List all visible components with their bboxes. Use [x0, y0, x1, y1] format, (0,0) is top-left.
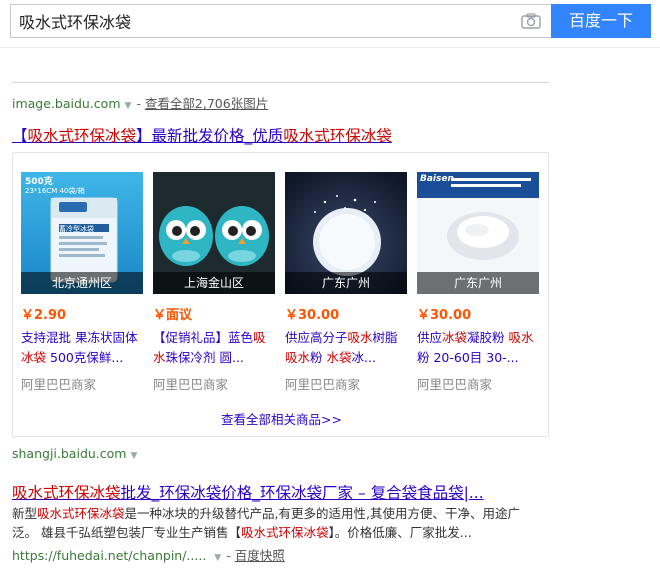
product-item[interactable]: 500克 23*16CM 40袋/箱 蓄冷型冰袋 北京通州区 ￥2.90 支持混… [21, 172, 143, 393]
product-image[interactable]: Baisen 广东广州 [417, 172, 539, 294]
name-part: 珠保冷剂 圆... [165, 350, 244, 365]
name-part: 支持混批 果冻状固体 [21, 330, 138, 345]
name-keyword: 水袋 [326, 350, 352, 365]
product-item[interactable]: Baisen 广东广州 ￥30.00 供应冰袋凝胶粉 吸水粉 20-60目 30… [417, 172, 539, 393]
title-part: 】最新批发价格_优质 [136, 127, 284, 145]
product-location: 广东广州 [285, 272, 407, 294]
search-header: 百度一下 [0, 0, 660, 48]
name-part: 供应高分子 [285, 330, 348, 345]
name-part: 树脂 [372, 330, 398, 345]
search-input[interactable] [19, 5, 509, 37]
product-location: 北京通州区 [21, 272, 143, 294]
result-url[interactable]: https://fuhedai.net/chanpin/..... [12, 548, 206, 563]
name-part: 500克保鲜... [46, 350, 124, 365]
separator: - [226, 548, 235, 563]
product-price: ￥30.00 [285, 308, 340, 323]
desc-part: 泛。 雄县千弘纸塑包装厂专业生产销售【 [12, 525, 241, 540]
desc-part: 是一种冰块的升级替代产品,有更多的适用性,其使用方便、干净、用途广 [124, 506, 520, 521]
product-name-link[interactable]: 【促销礼品】蓝色吸水珠保冷剂 圆... [153, 328, 275, 368]
snapshot-link[interactable]: 百度快照 [235, 548, 285, 563]
name-keyword: 冰袋 [442, 330, 468, 345]
dropdown-arrow-icon[interactable]: ▼ [214, 553, 221, 563]
product-name-link[interactable]: 供应高分子吸水树脂 吸水粉 水袋冰... [285, 328, 407, 368]
search-box[interactable] [10, 4, 551, 38]
product-seller: 阿里巴巴商家 [153, 377, 229, 392]
product-price: ￥2.90 [21, 308, 67, 323]
name-part: 凝胶粉 [467, 330, 509, 345]
product-seller: 阿里巴巴商家 [285, 377, 361, 392]
dropdown-arrow-icon[interactable]: ▼ [130, 451, 137, 461]
name-keyword: 冰袋 [21, 350, 47, 365]
product-location: 上海金山区 [153, 272, 275, 294]
name-part: 【促销礼品】蓝色 [153, 330, 254, 345]
product-location: 广东广州 [417, 272, 539, 294]
source-domain[interactable]: image.baidu.com [12, 96, 121, 111]
separator: - [136, 96, 145, 111]
name-part: 供应 [417, 330, 443, 345]
product-price: ￥30.00 [417, 308, 472, 323]
result-description: 新型吸水式环保冰袋是一种冰块的升级替代产品,有更多的适用性,其使用方便、干净、用… [12, 504, 547, 542]
search-button[interactable]: 百度一下 [551, 4, 651, 38]
product-item[interactable]: 广东广州 ￥30.00 供应高分子吸水树脂 吸水粉 水袋冰... 阿里巴巴商家 [285, 172, 407, 393]
dropdown-arrow-icon[interactable]: ▼ [125, 101, 132, 111]
name-part: 粉 [310, 350, 327, 365]
thumb-label-sub: 23*16CM 40袋/箱 [25, 187, 85, 195]
name-keyword: 吸水 [347, 330, 373, 345]
product-seller: 阿里巴巴商家 [21, 377, 97, 392]
name-part: 冰... [351, 350, 376, 365]
title-keyword: 吸水式环保冰袋 [283, 127, 392, 145]
product-name-link[interactable]: 供应冰袋凝胶粉 吸水粉 20-60目 30-... [417, 328, 539, 368]
name-keyword: 吸水 [285, 350, 311, 365]
name-keyword: 吸水 [508, 330, 534, 345]
camera-icon[interactable] [521, 13, 541, 29]
result-url-line: https://fuhedai.net/chanpin/..... ▼ - 百度快照 [12, 545, 285, 564]
divider [12, 82, 549, 83]
image-source-line: image.baidu.com ▼ - 查看全部2,706张图片 [12, 93, 268, 112]
title-keyword: 吸水式环保冰袋 [12, 484, 121, 502]
shangji-source-line: shangji.baidu.com ▼ [12, 446, 137, 461]
product-image[interactable]: 上海金山区 [153, 172, 275, 294]
image-result-title[interactable]: 【吸水式环保冰袋】最新批发价格_优质吸水式环保冰袋 [12, 124, 392, 146]
thumb-bag-text: 蓄冷型冰袋 [59, 225, 94, 233]
view-all-images-link[interactable]: 查看全部2,706张图片 [145, 96, 268, 111]
product-seller: 阿里巴巴商家 [417, 377, 493, 392]
brand-logo: Baisen [420, 174, 454, 184]
product-item[interactable]: 上海金山区 ￥面议 【促销礼品】蓝色吸水珠保冷剂 圆... 阿里巴巴商家 [153, 172, 275, 393]
result-title-link[interactable]: 吸水式环保冰袋批发_环保冰袋价格_环保冰袋厂家 – 复合袋食品袋|... [12, 481, 484, 503]
shangji-domain[interactable]: shangji.baidu.com [12, 446, 126, 461]
title-keyword: 吸水式环保冰袋 [27, 127, 137, 145]
name-part: 粉 20-60目 30-... [417, 350, 519, 365]
desc-keyword: 吸水式环保冰袋 [37, 506, 125, 521]
desc-part: 新型 [12, 506, 38, 521]
product-price: ￥面议 [153, 308, 193, 323]
product-card: 500克 23*16CM 40袋/箱 蓄冷型冰袋 北京通州区 ￥2.90 支持混… [12, 152, 549, 437]
title-part: 批发_环保冰袋价格_环保冰袋厂家 – 复合袋食品袋|... [120, 484, 484, 502]
title-part: 【 [12, 127, 28, 145]
product-name-link[interactable]: 支持混批 果冻状固体冰袋 500克保鲜... [21, 328, 143, 368]
product-image[interactable]: 500克 23*16CM 40袋/箱 蓄冷型冰袋 北京通州区 [21, 172, 143, 294]
product-image[interactable]: 广东广州 [285, 172, 407, 294]
desc-part: 】。价格低廉、厂家批发... [328, 525, 472, 540]
view-all-products-link[interactable]: 查看全部相关商品>> [13, 409, 550, 428]
desc-keyword: 吸水式环保冰袋 [240, 525, 329, 540]
